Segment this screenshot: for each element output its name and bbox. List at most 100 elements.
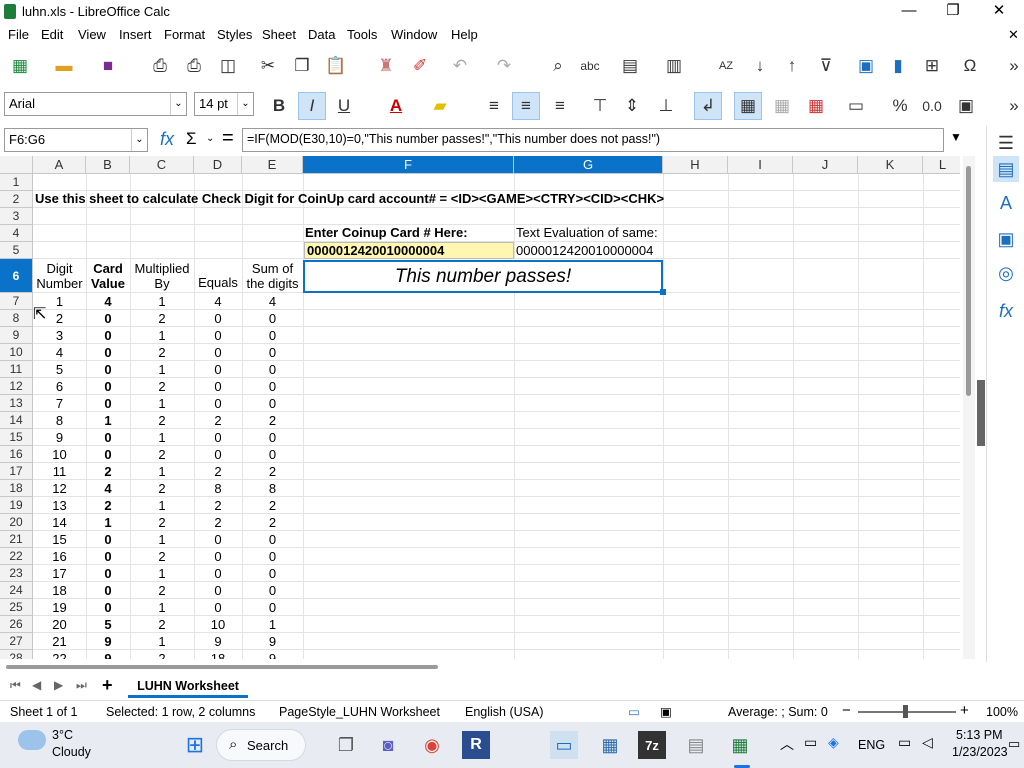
menu-help[interactable]: Help — [451, 27, 478, 42]
formula-equals-icon[interactable]: = — [222, 127, 234, 150]
cell-equals[interactable]: 2 — [194, 497, 242, 514]
more-toolbar-icon[interactable]: » — [1002, 54, 1024, 78]
redo-icon[interactable]: ↷ — [492, 54, 516, 78]
r-app-icon[interactable]: R — [462, 731, 490, 759]
cell-card-value[interactable]: 0 — [86, 548, 130, 565]
row-header-4[interactable]: 4 — [0, 225, 33, 242]
row-header-5[interactable]: 5 — [0, 242, 33, 259]
cell-card-value[interactable]: 4 — [86, 293, 130, 310]
column-header-e[interactable]: E — [242, 156, 303, 174]
weather-temp[interactable]: 3°C — [52, 728, 73, 742]
cell-sum-digit[interactable]: 0 — [242, 429, 303, 446]
menu-sheet[interactable]: Sheet — [262, 27, 296, 42]
last-sheet-icon[interactable]: ⏭ — [76, 678, 87, 693]
cell-equals[interactable]: 0 — [194, 310, 242, 327]
unmerge-icon[interactable]: ▦ — [802, 92, 830, 120]
cell-multiplied-by[interactable]: 2 — [130, 378, 194, 395]
cell-digit-number[interactable]: 6 — [33, 378, 86, 395]
row-header-12[interactable]: 12 — [0, 378, 33, 395]
cell-equals[interactable]: 8 — [194, 480, 242, 497]
bold-button[interactable]: B — [265, 92, 293, 120]
zoom-out-icon[interactable]: − — [842, 702, 851, 719]
cell-equals[interactable]: 2 — [194, 514, 242, 531]
cell-multiplied-by[interactable]: 2 — [130, 446, 194, 463]
sort-icon[interactable]: AZ — [714, 54, 738, 78]
insert-image-icon[interactable]: ▣ — [854, 54, 878, 78]
network-share-icon[interactable]: ▦ — [596, 731, 624, 759]
navigator-icon[interactable]: ◎ — [993, 260, 1019, 286]
cell-digit-number[interactable]: 11 — [33, 463, 86, 480]
row-header-20[interactable]: 20 — [0, 514, 33, 531]
menu-window[interactable]: Window — [391, 27, 437, 42]
prev-sheet-icon[interactable]: ◀ — [32, 678, 41, 692]
cell-equals[interactable]: 0 — [194, 327, 242, 344]
cell-equals[interactable]: 4 — [194, 293, 242, 310]
menu-insert[interactable]: Insert — [119, 27, 152, 42]
formula-input[interactable]: =IF(MOD(E30,10)=0,"This number passes!",… — [242, 128, 944, 152]
clock-date[interactable]: 1/23/2023 — [952, 745, 1008, 759]
row-header-16[interactable]: 16 — [0, 446, 33, 463]
cell-digit-number[interactable]: 21 — [33, 633, 86, 650]
name-box[interactable]: F6:G6 ⌄ — [4, 128, 148, 152]
close-button[interactable]: ✕ — [976, 0, 1022, 24]
date-icon[interactable]: ▣ — [952, 92, 980, 120]
cell-sum-digit[interactable]: 0 — [242, 548, 303, 565]
gallery-icon[interactable]: ▣ — [993, 226, 1019, 252]
menu-file[interactable]: File — [8, 27, 29, 42]
cell-card-value[interactable]: 9 — [86, 633, 130, 650]
cell-digit-number[interactable]: 20 — [33, 616, 86, 633]
row-header-17[interactable]: 17 — [0, 463, 33, 480]
row-icon[interactable]: ▤ — [618, 54, 642, 78]
header-card-value[interactable]: Card Value — [86, 260, 130, 292]
save-icon[interactable]: ■ — [96, 54, 120, 78]
percent-icon[interactable]: % — [886, 92, 914, 120]
borders-icon[interactable]: ▦ — [734, 92, 762, 120]
row-header-24[interactable]: 24 — [0, 582, 33, 599]
tab-luhn-worksheet[interactable]: LUHN Worksheet — [128, 676, 248, 698]
find-replace-icon[interactable]: ⌕ — [546, 54, 570, 78]
libreoffice-calc-taskbar-icon[interactable]: ▦ — [726, 731, 754, 759]
sheet-title[interactable]: Use this sheet to calculate Check Digit … — [35, 190, 664, 207]
pivot-table-icon[interactable]: ⊞ — [920, 54, 944, 78]
weather-desc[interactable]: Cloudy — [52, 745, 91, 759]
menu-format[interactable]: Format — [164, 27, 205, 42]
cell-equals[interactable]: 0 — [194, 429, 242, 446]
print-icon[interactable]: ⎙ — [182, 54, 206, 78]
cell-card-value[interactable]: 0 — [86, 361, 130, 378]
volume-icon[interactable]: ◁ — [922, 734, 933, 751]
cell-multiplied-by[interactable]: 2 — [130, 514, 194, 531]
row-header-8[interactable]: 8 — [0, 310, 33, 327]
maximize-button[interactable]: ❐ — [930, 0, 976, 24]
header-equals[interactable]: Equals — [194, 274, 242, 291]
export-pdf-icon[interactable]: ⎙ — [148, 54, 172, 78]
cell-sum-digit[interactable]: 0 — [242, 395, 303, 412]
row-header-7[interactable]: 7 — [0, 293, 33, 310]
cell-sum-digit[interactable]: 9 — [242, 633, 303, 650]
desktop-app-icon[interactable]: ▭ — [550, 731, 578, 759]
cell-equals[interactable]: 0 — [194, 565, 242, 582]
next-sheet-icon[interactable]: ▶ — [54, 678, 63, 692]
7zip-icon[interactable]: 7z — [638, 731, 666, 759]
row-header-26[interactable]: 26 — [0, 616, 33, 633]
cell-multiplied-by[interactable]: 1 — [130, 633, 194, 650]
cell-multiplied-by[interactable]: 1 — [130, 463, 194, 480]
column-header-b[interactable]: B — [86, 156, 130, 174]
column-header-l[interactable]: L — [923, 156, 960, 174]
cell-card-value[interactable]: 0 — [86, 531, 130, 548]
column-header-j[interactable]: J — [793, 156, 858, 174]
cell-sum-digit[interactable]: 0 — [242, 582, 303, 599]
cell-sum-digit[interactable]: 0 — [242, 531, 303, 548]
cell-equals[interactable]: 0 — [194, 531, 242, 548]
cell-card-value[interactable]: 1 — [86, 412, 130, 429]
cell-digit-number[interactable]: 17 — [33, 565, 86, 582]
menu-edit[interactable]: Edit — [41, 27, 63, 42]
start-windows-icon[interactable]: ⊞ — [181, 731, 209, 759]
column-header-d[interactable]: D — [194, 156, 242, 174]
fill-handle[interactable] — [660, 289, 666, 295]
cell-card-value[interactable]: 0 — [86, 395, 130, 412]
column-header-h[interactable]: H — [663, 156, 728, 174]
menu-tools[interactable]: Tools — [347, 27, 377, 42]
cell-equals[interactable]: 0 — [194, 344, 242, 361]
sort-descending-icon[interactable]: ↑ — [780, 54, 804, 78]
row-header-6[interactable]: 6 — [0, 259, 33, 293]
